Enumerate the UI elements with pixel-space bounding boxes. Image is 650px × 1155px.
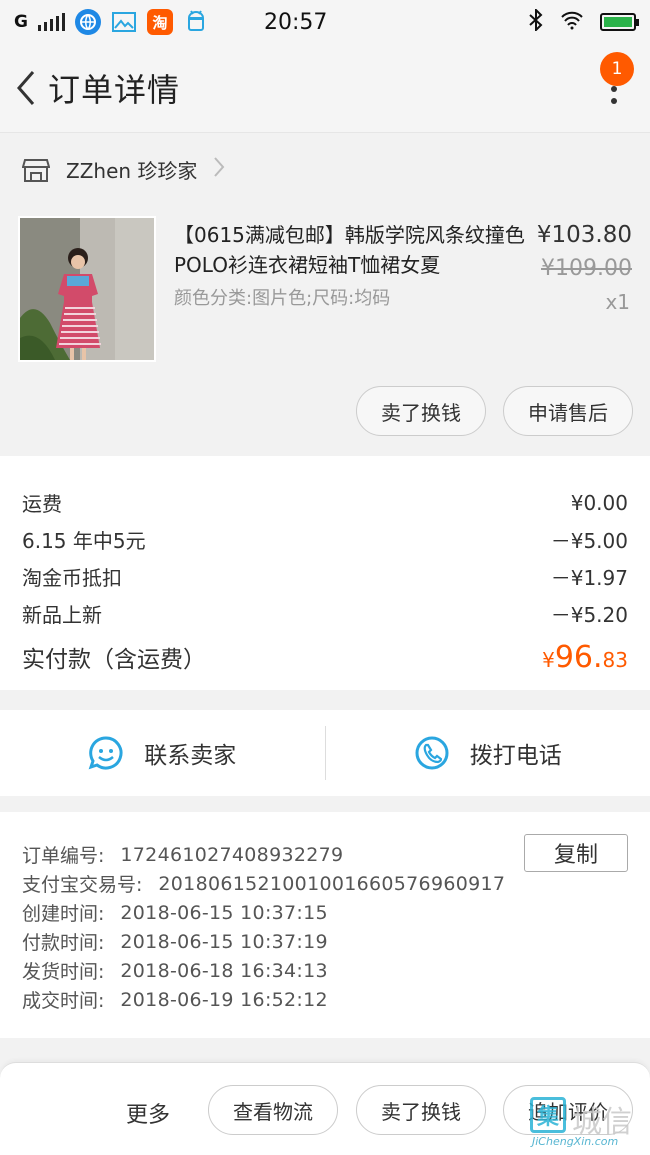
bluetooth-icon: [528, 7, 544, 36]
fee-label: 新品上新: [22, 603, 102, 627]
product-spec: 颜色分类:图片色;尺码:均码: [174, 288, 391, 309]
resell-button[interactable]: 卖了换钱: [356, 386, 486, 436]
call-button[interactable]: 拨打电话: [326, 710, 650, 796]
info-row: 支付宝交易号: 2018061521001001660576960917: [22, 869, 628, 898]
resell-bottom-button[interactable]: 卖了换钱: [356, 1085, 486, 1135]
fee-row: 运费 ¥0.00: [22, 484, 628, 521]
contact-bar: 联系卖家 拨打电话: [0, 710, 650, 796]
fee-value: －¥1.97: [550, 566, 628, 590]
chevron-right-icon: [213, 155, 225, 185]
product-card: 【0615满减包邮】韩版学院风条纹撞色POLO衫连衣裙短袖T恤裙女夏 颜色分类:…: [0, 206, 650, 454]
info-value: 2018-06-19 16:52:12: [120, 988, 328, 1011]
shop-row[interactable]: ZZhen 珍珍家: [0, 132, 650, 206]
fee-label: 淘金币抵扣: [22, 566, 122, 590]
product-title[interactable]: 【0615满减包邮】韩版学院风条纹撞色POLO衫连衣裙短袖T恤裙女夏: [174, 220, 526, 280]
after-sales-button[interactable]: 申请售后: [503, 386, 633, 436]
more-actions-button[interactable]: 更多: [126, 1097, 170, 1129]
fee-value: －¥5.20: [550, 603, 628, 627]
notification-badge: 1: [600, 52, 634, 86]
info-row: 付款时间: 2018-06-15 10:37:19: [22, 927, 628, 956]
android-icon: [183, 9, 209, 35]
page-title: 订单详情: [48, 71, 181, 109]
fee-row: 新品上新 －¥5.20: [22, 595, 628, 632]
total-paid-label: 实付款（含运费）: [22, 647, 206, 673]
fee-value: －¥5.00: [550, 529, 628, 553]
view-logistics-button[interactable]: 查看物流: [208, 1085, 338, 1135]
fee-value: ¥0.00: [570, 490, 628, 515]
fee-row: 6.15 年中5元 －¥5.00: [22, 521, 628, 558]
info-label: 创建时间:: [22, 903, 105, 925]
info-value: 172461027408932279: [120, 843, 344, 866]
fee-label: 运费: [22, 492, 62, 516]
taobao-icon: 淘: [146, 9, 173, 35]
info-value: 2018-06-15 10:37:15: [120, 901, 328, 924]
chat-smile-icon: [88, 736, 123, 770]
info-row: 成交时间: 2018-06-19 16:52:12: [22, 985, 628, 1014]
battery-icon: [600, 13, 639, 31]
info-value: 2018-06-18 16:34:13: [120, 959, 328, 982]
watermark-logo: 集 城信 JiChengXin.com: [528, 1095, 646, 1151]
clock: 20:57: [264, 9, 328, 35]
back-button[interactable]: [6, 68, 46, 108]
info-value: 2018061521001001660576960917: [158, 872, 506, 895]
info-row: 发货时间: 2018-06-18 16:34:13: [22, 956, 628, 985]
chevron-left-icon: [17, 71, 35, 105]
info-label: 订单编号:: [22, 845, 105, 867]
product-quantity: x1: [605, 290, 630, 314]
status-bar: G 淘 20:57: [0, 0, 650, 44]
total-paid-amount: ¥96.83: [542, 639, 628, 675]
info-label: 付款时间:: [22, 932, 105, 954]
watermark-sub: JiChengXin.com: [532, 1135, 619, 1148]
carrier-label: G: [14, 12, 28, 32]
info-label: 成交时间:: [22, 990, 105, 1012]
product-price: ¥103.80: [536, 222, 632, 248]
contact-seller-label: 联系卖家: [144, 743, 237, 769]
info-label: 发货时间:: [22, 961, 105, 983]
shop-name: ZZhen 珍珍家: [66, 159, 198, 183]
call-label: 拨打电话: [469, 743, 562, 769]
shop-icon: [22, 158, 50, 182]
product-original-price: ¥109.00: [541, 256, 632, 281]
info-label: 支付宝交易号:: [22, 874, 143, 896]
product-thumbnail[interactable]: [18, 216, 156, 362]
gallery-icon: [111, 9, 137, 35]
phone-icon: [415, 736, 449, 770]
contact-seller-button[interactable]: 联系卖家: [0, 710, 325, 796]
watermark-glyph: 集: [530, 1097, 566, 1133]
copy-button[interactable]: 复制: [524, 834, 628, 872]
order-info: 复制 订单编号: 172461027408932279 支付宝交易号: 2018…: [0, 812, 650, 1038]
total-paid-row: 实付款（含运费） ¥96.83: [22, 634, 628, 680]
info-row: 创建时间: 2018-06-15 10:37:15: [22, 898, 628, 927]
signal-icon: [37, 13, 65, 31]
fee-row: 淘金币抵扣 －¥1.97: [22, 558, 628, 595]
fee-label: 6.15 年中5元: [22, 529, 146, 553]
fee-summary: 运费 ¥0.00 6.15 年中5元 －¥5.00 淘金币抵扣 －¥1.97 新…: [0, 456, 650, 690]
info-value: 2018-06-15 10:37:19: [120, 930, 328, 953]
nav-header: 订单详情 1: [0, 44, 650, 132]
browser-icon: [74, 9, 101, 35]
wifi-icon: [560, 10, 584, 35]
